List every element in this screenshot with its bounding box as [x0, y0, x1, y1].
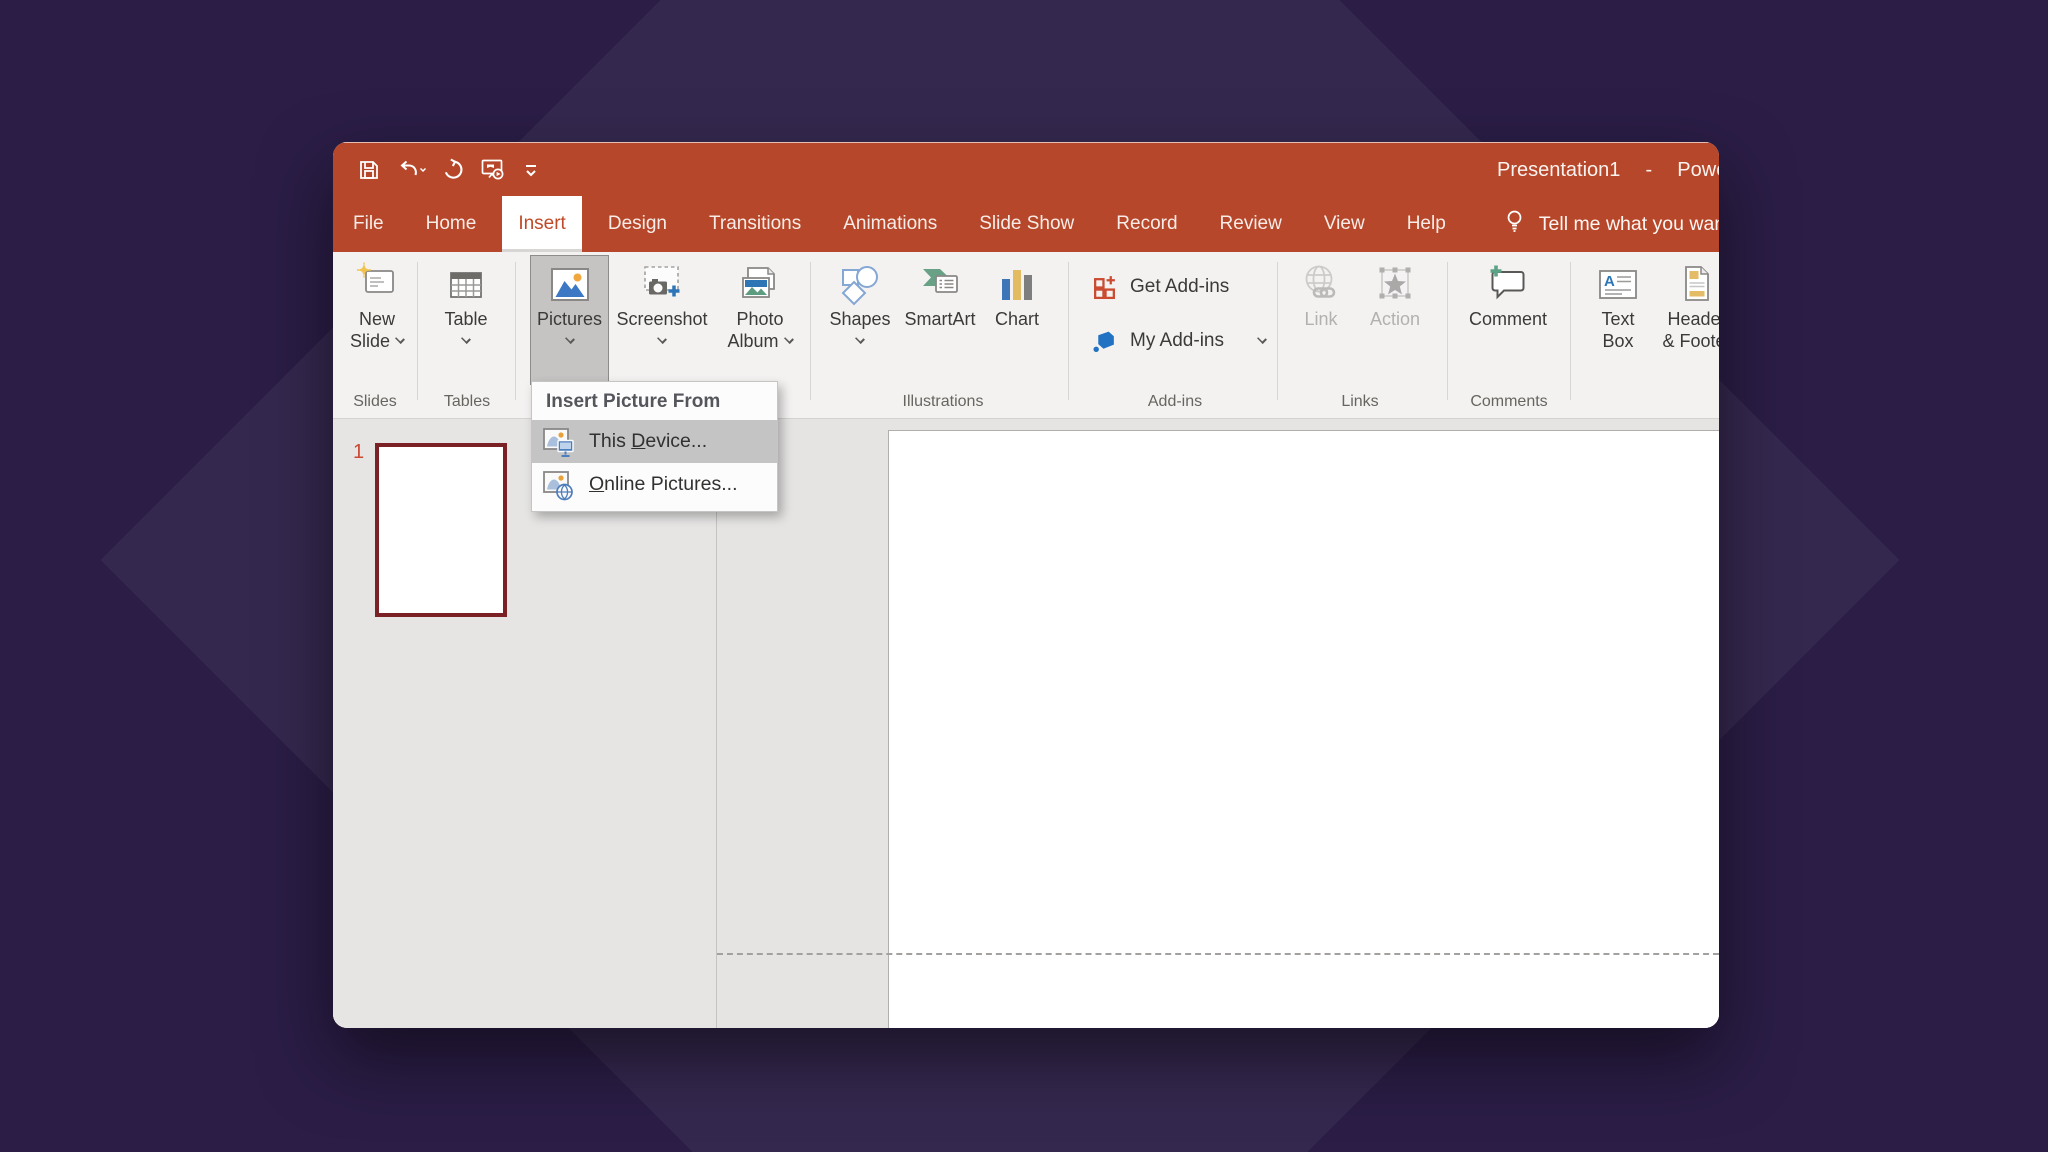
- chevron-down-icon: [395, 334, 405, 344]
- text-box-icon: A: [1599, 270, 1637, 299]
- screenshot-icon: [644, 266, 680, 297]
- chevron-down-icon: [657, 334, 667, 344]
- slide-canvas[interactable]: [888, 430, 1719, 1028]
- dropdown-header: Insert Picture From: [546, 391, 721, 412]
- menu-item-label: This Device...: [589, 430, 708, 452]
- tell-me-label: Tell me what you want to do: [1538, 212, 1719, 235]
- my-add-ins-button[interactable]: My Add-ins: [1091, 324, 1267, 358]
- tab-file[interactable]: File: [337, 196, 400, 252]
- group-label-links: Links: [1341, 393, 1379, 410]
- insert-picture-dropdown: Insert Picture From This Device... Onlin…: [531, 381, 778, 512]
- menu-item-this-device[interactable]: This Device...: [532, 420, 777, 463]
- redo-icon[interactable]: [441, 158, 465, 182]
- window-title: Presentation1 - PowerPoint: [1497, 159, 1719, 181]
- tab-view[interactable]: View: [1308, 196, 1381, 252]
- pictures-icon: [550, 268, 589, 301]
- header-footer-button[interactable]: Header & Footer: [1657, 255, 1719, 385]
- picture-from-device-icon: [541, 425, 575, 459]
- action-icon: [1379, 267, 1411, 299]
- group-divider: [1277, 262, 1278, 400]
- comment-icon: [1490, 265, 1525, 300]
- my-add-ins-icon: [1093, 331, 1114, 352]
- tab-record[interactable]: Record: [1100, 196, 1193, 252]
- group-label-tables: Tables: [443, 393, 491, 410]
- powerpoint-window: Presentation1 - PowerPoint File Home Ins…: [333, 142, 1719, 1028]
- chevron-down-icon: [564, 334, 575, 344]
- start-from-beginning-icon[interactable]: [480, 157, 506, 183]
- chart-icon: [1002, 270, 1032, 300]
- shapes-button[interactable]: Shapes: [825, 255, 895, 385]
- tell-me-search[interactable]: Tell me what you want to do: [1502, 196, 1719, 252]
- menu-item-online-pictures[interactable]: Online Pictures...: [532, 463, 777, 506]
- slide-thumbnail[interactable]: [375, 443, 507, 617]
- chevron-down-icon: [783, 334, 794, 344]
- header-footer-icon: [1685, 266, 1709, 301]
- group-divider: [515, 262, 516, 400]
- tab-insert[interactable]: Insert: [502, 196, 582, 252]
- group-divider: [1068, 262, 1069, 400]
- group-divider: [1570, 262, 1571, 400]
- photo-album-icon: [742, 267, 775, 298]
- smartart-button[interactable]: SmartArt: [899, 255, 981, 385]
- comment-button[interactable]: Comment: [1463, 255, 1553, 385]
- tab-transitions[interactable]: Transitions: [693, 196, 817, 252]
- tab-design[interactable]: Design: [592, 196, 683, 252]
- chevron-down-icon: [1257, 334, 1267, 344]
- smartart-icon: [923, 269, 958, 293]
- tab-home[interactable]: Home: [410, 196, 493, 252]
- chart-button[interactable]: Chart: [985, 255, 1049, 385]
- group-divider: [810, 262, 811, 400]
- tab-review[interactable]: Review: [1204, 196, 1298, 252]
- tab-animations[interactable]: Animations: [827, 196, 953, 252]
- new-slide-icon: [357, 262, 394, 293]
- chevron-down-icon: [855, 334, 865, 344]
- menu-item-label: Online Pictures...: [589, 473, 738, 495]
- shapes-icon: [841, 266, 878, 306]
- new-slide-button[interactable]: New Slide: [341, 255, 413, 385]
- table-icon: [450, 272, 482, 298]
- quick-access-toolbar: [333, 157, 541, 183]
- link-button: Link: [1289, 255, 1353, 385]
- lightbulb-icon: [1502, 208, 1527, 240]
- slide-number: 1: [353, 441, 365, 463]
- get-add-ins-button[interactable]: Get Add-ins: [1091, 270, 1229, 304]
- ribbon-tabs: File Home Insert Design Transitions Anim…: [333, 196, 1719, 252]
- save-icon[interactable]: [357, 158, 381, 182]
- slide-editing-area: [717, 419, 1719, 1028]
- group-label-comments: Comments: [1470, 393, 1548, 410]
- text-box-button[interactable]: A Text Box: [1589, 255, 1647, 385]
- customize-quick-access-toolbar-icon[interactable]: [521, 159, 541, 181]
- undo-icon[interactable]: [396, 158, 426, 182]
- action-button: Action: [1359, 255, 1431, 385]
- group-label-slides: Slides: [353, 393, 397, 410]
- pictures-button[interactable]: Pictures: [530, 255, 609, 385]
- chevron-down-icon: [461, 334, 471, 344]
- table-button[interactable]: Table: [431, 255, 501, 385]
- group-divider: [417, 262, 418, 400]
- svg-text:A: A: [1604, 273, 1615, 290]
- screenshot-button[interactable]: Screenshot: [616, 255, 708, 385]
- placeholder-dashed-boundary: [717, 953, 1719, 955]
- get-add-ins-icon: [1094, 275, 1115, 299]
- photo-album-button[interactable]: Photo Album: [715, 255, 805, 385]
- group-label-illustrations: Illustrations: [902, 393, 984, 410]
- tab-help[interactable]: Help: [1391, 196, 1462, 252]
- title-bar: Presentation1 - PowerPoint: [333, 142, 1719, 196]
- link-icon: [1305, 265, 1336, 298]
- picture-online-icon: [541, 468, 575, 502]
- group-divider: [1447, 262, 1448, 400]
- tab-slide-show[interactable]: Slide Show: [963, 196, 1090, 252]
- group-label-add-ins: Add-ins: [1147, 393, 1203, 410]
